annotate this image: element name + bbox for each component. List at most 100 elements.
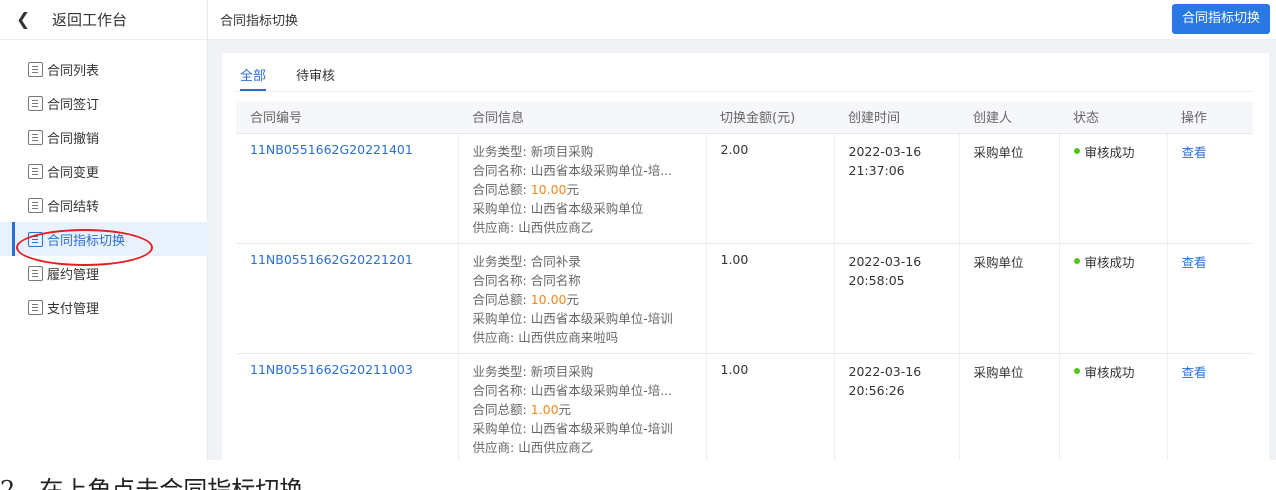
sidebar-item-label: 合同签订 [47,97,100,113]
switch-amount: 1.00 [706,243,835,354]
info-label: 采购单位: [472,420,527,436]
info-value: 山西省本级采购单位-培... [530,382,673,398]
sidebar-item-contract-signing[interactable]: 合同签订 [0,86,208,120]
info-value: 山西省本级采购单位-培... [530,162,673,178]
info-label: 业务类型: [472,143,527,159]
info-value: 山西供应商乙 [518,439,594,455]
info-value: 新项目采购 [530,143,594,159]
contract-info-cell: 业务类型: 新项目采购 合同名称: 山西省本级采购单位-培... 合同总额: 1… [458,133,707,244]
table-row: 11NB0551662G20221201 业务类型: 合同补录 合同名称: 合同… [236,243,1253,354]
page-title: 合同指标切换 [220,14,299,29]
status-cell: 审核成功 [1059,243,1168,354]
created-time-cell: 2022-03-16 21:37:06 [834,133,960,244]
action-cell: 查看 [1167,243,1253,354]
document-performance-icon [28,265,43,281]
currency-unit: 元 [558,401,572,417]
info-label: 合同总额: [472,401,527,417]
column-header: 切换金额(元) [706,101,834,134]
status-cell: 审核成功 [1059,133,1168,244]
status-dot-icon [1073,258,1080,264]
table-row: 11NB0551662G20221401 业务类型: 新项目采购 合同名称: 山… [236,133,1253,244]
tab-pending-review[interactable]: 待审核 [296,65,335,91]
created-date: 2022-03-16 [848,253,922,269]
action-cell: 查看 [1167,353,1253,460]
sidebar-item-contract-carryover[interactable]: 合同结转 [0,188,208,222]
created-time-cell: 2022-03-16 20:58:05 [834,243,960,354]
column-header: 状态 [1059,101,1167,134]
sidebar-item-label: 合同列表 [47,63,100,79]
contract-table: 合同编号 合同信息 切换金额(元) 创建时间 创建人 状态 操作 11NB055… [236,101,1253,460]
created-date: 2022-03-16 [848,363,922,379]
contract-code-link[interactable]: 11NB0551662G20211003 [236,353,459,460]
info-value: 山西省本级采购单位 [530,200,644,216]
info-label: 合同名称: [472,382,527,398]
document-change-icon [28,163,43,179]
document-carryover-icon [28,197,43,213]
info-label: 供应商: [472,329,515,345]
contract-total: 10.00 [530,291,567,307]
created-time: 21:37:06 [848,162,905,178]
info-label: 合同总额: [472,291,527,307]
switch-amount: 1.00 [706,353,835,460]
contract-total: 1.00 [530,401,559,417]
column-header: 合同编号 [236,101,458,134]
column-header: 合同信息 [458,101,706,134]
info-label: 合同名称: [472,162,527,178]
sidebar-item-contract-list[interactable]: 合同列表 [0,52,208,86]
view-link[interactable]: 查看 [1182,145,1207,160]
sidebar-item-label: 支付管理 [47,301,100,317]
sidebar-item-contract-revoke[interactable]: 合同撤销 [0,120,208,154]
info-label: 采购单位: [472,200,527,216]
back-label: 返回工作台 [52,11,128,29]
indicator-switch-button[interactable]: 合同指标切换 [1171,4,1270,34]
info-value: 新项目采购 [530,363,594,379]
view-link[interactable]: 查看 [1182,365,1207,380]
view-link[interactable]: 查看 [1182,255,1207,270]
column-header: 创建时间 [834,101,959,134]
sidebar-item-label: 合同结转 [47,199,100,215]
sidebar-item-contract-change[interactable]: 合同变更 [0,154,208,188]
contract-info-cell: 业务类型: 合同补录 合同名称: 合同名称 合同总额: 10.00元 采购单位:… [458,243,707,354]
tab-all[interactable]: 全部 [240,65,267,91]
contract-code-link[interactable]: 11NB0551662G20221201 [236,243,459,354]
info-value: 山西供应商来啦吗 [518,329,619,345]
currency-unit: 元 [566,291,580,307]
document-revoke-icon [28,129,43,145]
status-cell: 审核成功 [1059,353,1168,460]
currency-unit: 元 [566,181,580,197]
info-label: 合同名称: [472,272,527,288]
sidebar-item-label: 履约管理 [47,267,100,283]
document-switch-icon [28,231,43,247]
tab-divider [234,91,1253,92]
creator: 采购单位 [959,133,1060,244]
sidebar-item-performance[interactable]: 履约管理 [0,256,208,290]
app-window: ❮ 返回工作台 合同列表 合同签订 合同撤销 合同变更 合同结转 合同指标切换 … [0,0,1276,460]
contract-code-link[interactable]: 11NB0551662G20221401 [236,133,459,244]
sidebar-item-payment[interactable]: 支付管理 [0,290,208,324]
created-time-cell: 2022-03-16 20:56:26 [834,353,960,460]
status-dot-icon [1073,368,1080,374]
sidebar-menu: 合同列表 合同签订 合同撤销 合同变更 合同结转 合同指标切换 履约管理 支付管… [0,52,208,324]
status-badge: 审核成功 [1084,254,1135,270]
status-badge: 审核成功 [1084,364,1135,380]
creator: 采购单位 [959,353,1060,460]
sidebar-item-label: 合同指标切换 [47,233,126,249]
back-to-workbench[interactable]: ❮ 返回工作台 [0,0,208,40]
instruction-caption: 2、在上角点击合同指标切换 [0,476,304,490]
document-icon [28,61,43,77]
info-label: 供应商: [472,219,515,235]
info-label: 业务类型: [472,253,527,269]
table-row: 11NB0551662G20211003 业务类型: 新项目采购 合同名称: 山… [236,353,1253,460]
info-label: 供应商: [472,439,515,455]
contract-total: 10.00 [530,181,567,197]
table-header-row: 合同编号 合同信息 切换金额(元) 创建时间 创建人 状态 操作 [236,101,1253,134]
switch-amount: 2.00 [706,133,835,244]
tab-bar: 全部 待审核 [240,65,365,91]
sidebar-item-label: 合同撤销 [47,131,100,147]
sidebar: ❮ 返回工作台 合同列表 合同签订 合同撤销 合同变更 合同结转 合同指标切换 … [0,0,208,460]
main-content: 全部 待审核 合同编号 合同信息 切换金额(元) 创建时间 创建人 状态 操作 … [208,40,1276,460]
sidebar-item-indicator-switch[interactable]: 合同指标切换 [0,222,208,256]
status-badge: 审核成功 [1084,144,1135,160]
content-card: 全部 待审核 合同编号 合同信息 切换金额(元) 创建时间 创建人 状态 操作 … [222,53,1269,460]
created-time: 20:56:26 [848,382,905,398]
